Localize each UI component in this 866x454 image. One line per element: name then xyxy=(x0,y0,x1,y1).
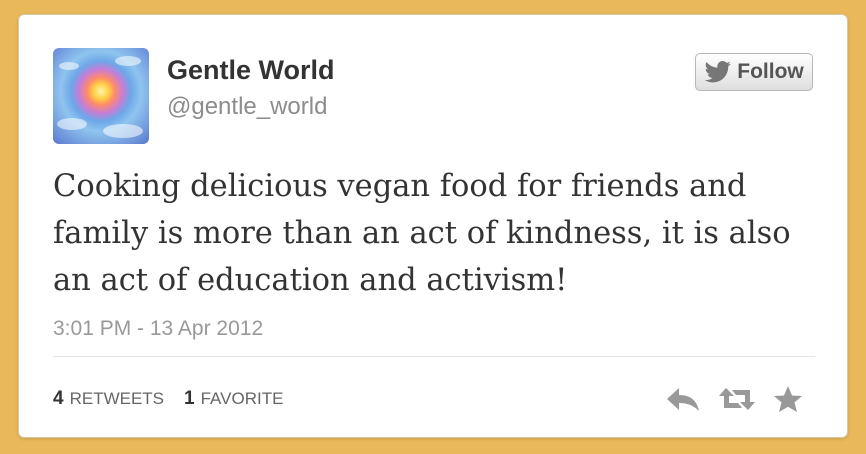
follow-button[interactable]: Follow xyxy=(695,53,813,91)
retweet-label[interactable]: RETWEETS xyxy=(70,389,164,409)
tweet-actions xyxy=(665,385,803,413)
retweet-button[interactable] xyxy=(718,386,756,412)
retweet-icon xyxy=(719,388,755,410)
favorite-count[interactable]: 1 xyxy=(184,388,195,410)
tweet-timestamp[interactable]: 3:01 PM - 13 Apr 2012 xyxy=(53,317,263,341)
avatar[interactable] xyxy=(53,48,149,144)
twitter-bird-icon xyxy=(704,61,732,83)
reply-button[interactable] xyxy=(665,386,701,412)
author-handle[interactable]: @gentle_world xyxy=(167,93,327,121)
divider xyxy=(53,356,815,357)
favorite-button[interactable] xyxy=(773,385,803,413)
follow-label: Follow xyxy=(737,60,804,83)
star-icon xyxy=(774,386,802,412)
retweet-count[interactable]: 4 xyxy=(53,388,64,410)
author-name[interactable]: Gentle World xyxy=(167,55,335,86)
tweet-text: Cooking delicious vegan food for friends… xyxy=(53,169,791,298)
tweet-stats: 4 RETWEETS 1 FAVORITE xyxy=(53,388,283,410)
reply-icon xyxy=(667,388,699,411)
favorite-label[interactable]: FAVORITE xyxy=(201,389,284,409)
tweet-card: Gentle World @gentle_world Follow Cookin… xyxy=(18,14,848,438)
